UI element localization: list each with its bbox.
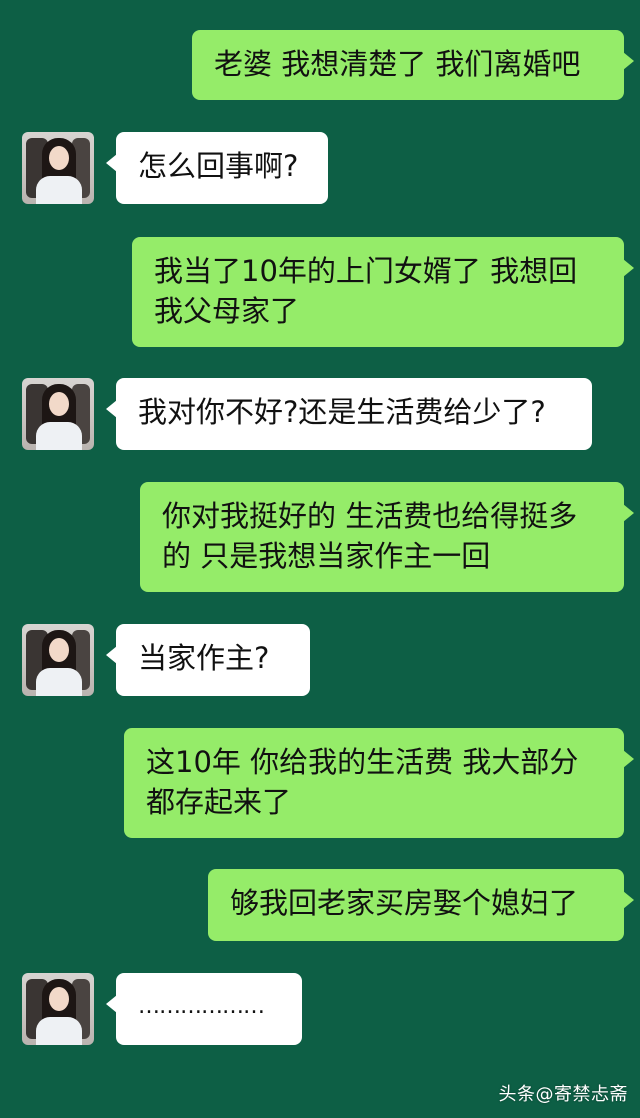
contact-avatar[interactable] (22, 378, 94, 450)
incoming-message-bubble[interactable]: 我对你不好?还是生活费给少了? (106, 378, 592, 450)
outgoing-message-bubble[interactable]: 够我回老家买房娶个媳妇了 (208, 869, 634, 941)
incoming-message-bubble[interactable]: 当家作主? (106, 624, 310, 696)
outgoing-message-bubble[interactable]: 这10年 你给我的生活费 我大部分都存起来了 (124, 728, 634, 838)
contact-avatar[interactable] (22, 132, 94, 204)
chat-area: 老婆 我想清楚了 我们离婚吧 怎么回事啊? 我当了10年的上门女婿了 我想回我父… (0, 0, 640, 1118)
outgoing-message-bubble[interactable]: 我当了10年的上门女婿了 我想回我父母家了 (132, 237, 634, 347)
watermark: 头条@寄禁忐斋 (498, 1084, 628, 1105)
outgoing-message-bubble[interactable]: 你对我挺好的 生活费也给得挺多的 只是我想当家作主一回 (140, 482, 634, 592)
contact-avatar[interactable] (22, 973, 94, 1045)
incoming-message-bubble[interactable]: ……………… (106, 973, 302, 1045)
incoming-message-bubble[interactable]: 怎么回事啊? (106, 132, 328, 204)
contact-avatar[interactable] (22, 624, 94, 696)
outgoing-message-bubble[interactable]: 老婆 我想清楚了 我们离婚吧 (192, 30, 634, 100)
